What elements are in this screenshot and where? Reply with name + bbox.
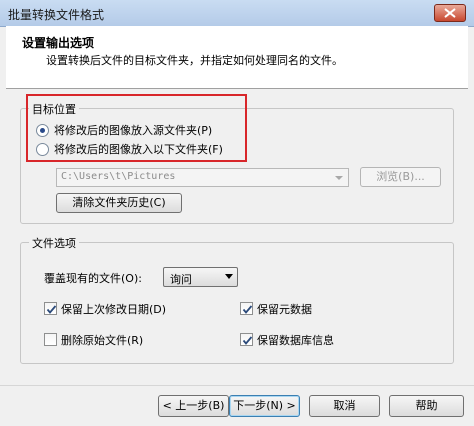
back-button[interactable]: < 上一步(B) xyxy=(158,395,229,417)
keep-date-label[interactable]: 保留上次修改日期(D) xyxy=(61,301,166,317)
window-title: 批量转换文件格式 xyxy=(8,8,105,22)
overwrite-label: 覆盖现有的文件(O): xyxy=(44,272,142,285)
keep-metadata-label[interactable]: 保留元数据 xyxy=(257,301,312,317)
wizard-header: 设置输出选项 设置转换后文件的目标文件夹，并指定如何处理同名的文件。 xyxy=(6,26,468,89)
keep-metadata-checkbox[interactable] xyxy=(240,302,253,315)
clear-history-button[interactable]: 清除文件夹历史(C) xyxy=(56,193,182,213)
check-icon xyxy=(242,336,253,345)
page-title: 设置输出选项 xyxy=(22,36,95,50)
chevron-down-icon[interactable] xyxy=(332,170,346,185)
folder-path-combobox[interactable]: C:\Users\t\Pictures xyxy=(56,168,349,187)
page-subtitle: 设置转换后文件的目标文件夹，并指定如何处理同名的文件。 xyxy=(46,54,343,67)
check-icon xyxy=(242,305,253,314)
browse-button[interactable]: 浏览(B)... xyxy=(360,167,441,187)
next-button[interactable]: 下一步(N) > xyxy=(229,395,300,417)
delete-original-checkbox[interactable] xyxy=(44,333,57,346)
close-icon xyxy=(444,8,456,18)
overwrite-value: 询问 xyxy=(170,273,192,286)
cancel-button[interactable]: 取消 xyxy=(309,395,380,417)
chevron-down-icon xyxy=(225,274,233,279)
keep-date-checkbox[interactable] xyxy=(44,302,57,315)
close-button[interactable] xyxy=(434,4,466,22)
folder-path-value: C:\Users\t\Pictures xyxy=(61,171,176,182)
delete-original-label[interactable]: 删除原始文件(R) xyxy=(61,332,143,348)
overwrite-select[interactable]: 询问 xyxy=(163,267,238,287)
keep-db-info-checkbox[interactable] xyxy=(240,333,253,346)
help-button[interactable]: 帮助 xyxy=(389,395,464,417)
keep-db-info-label[interactable]: 保留数据库信息 xyxy=(257,332,334,348)
highlight-box xyxy=(26,94,247,162)
footer-divider xyxy=(0,385,474,386)
check-icon xyxy=(46,305,57,314)
file-options-legend: 文件选项 xyxy=(29,235,79,251)
